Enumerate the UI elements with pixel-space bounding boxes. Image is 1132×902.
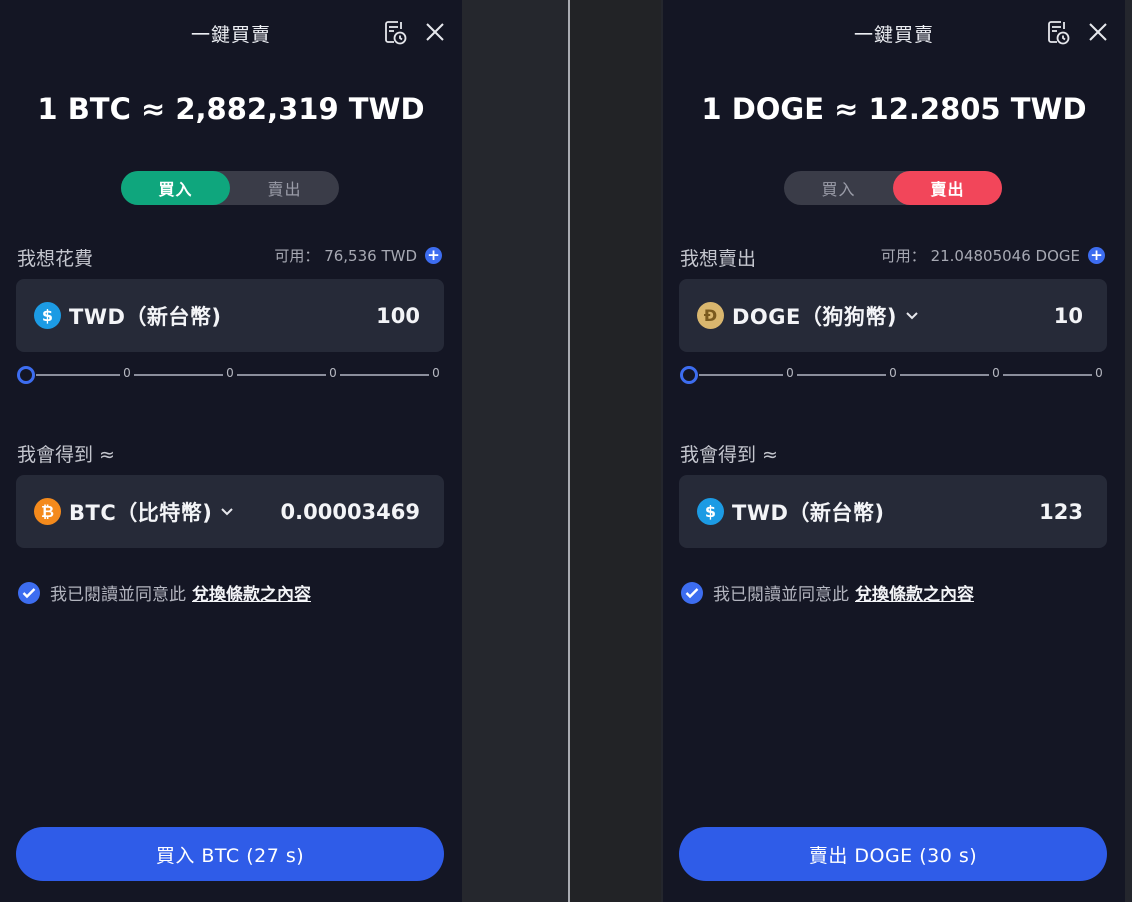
- slider-knob[interactable]: [17, 366, 35, 384]
- tab-buy[interactable]: 買入: [121, 171, 230, 205]
- dollar-icon: $: [697, 498, 724, 525]
- slider-track: [797, 374, 886, 376]
- tab-buy[interactable]: 買入: [784, 171, 893, 205]
- terms-agreement: 我已閱讀並同意此 兌換條款之內容: [18, 580, 311, 605]
- order-history-icon[interactable]: [1045, 18, 1071, 46]
- slider-track: [900, 374, 989, 376]
- sell-field: Ð DOGE（狗狗幣) 10: [679, 279, 1107, 352]
- background-gap-left: [462, 0, 568, 902]
- receive-field: $ TWD（新台幣) 123: [679, 475, 1107, 548]
- slider-tick[interactable]: 0: [430, 366, 442, 380]
- close-icon[interactable]: [1085, 18, 1111, 46]
- receive-currency: TWD（新台幣): [732, 500, 885, 525]
- slider-tick[interactable]: 0: [224, 366, 236, 380]
- sell-amount-input[interactable]: 10: [1054, 304, 1083, 328]
- receive-amount: 0.00003469: [280, 499, 420, 524]
- available-balance-text: 可用： 76,536 TWD: [274, 247, 417, 265]
- tab-sell[interactable]: 賣出: [230, 171, 339, 205]
- buy-sell-toggle: 買入 賣出: [121, 171, 339, 205]
- spend-currency: TWD（新台幣): [69, 304, 222, 329]
- slider-track: [340, 374, 429, 376]
- receive-label: 我會得到 ≈: [17, 444, 115, 466]
- amount-slider[interactable]: 0 0 0 0: [679, 365, 1107, 385]
- terms-agreement: 我已閱讀並同意此 兌換條款之內容: [681, 580, 974, 605]
- exchange-rate: 1 BTC ≈ 2,882,319 TWD: [37, 92, 425, 126]
- slider-tick[interactable]: 0: [1093, 366, 1105, 380]
- slider-tick[interactable]: 0: [784, 366, 796, 380]
- spend-field: $ TWD（新台幣) 100: [16, 279, 444, 352]
- checkmark-icon[interactable]: [681, 581, 703, 604]
- receive-amount: 123: [1039, 499, 1083, 524]
- slider-track: [699, 374, 783, 376]
- background-gap-right: [570, 0, 661, 902]
- buy-btc-button[interactable]: 買入 BTC (27 s): [16, 827, 444, 881]
- dollar-icon: $: [34, 302, 61, 329]
- available-balance: 可用： 76,536 TWD +: [274, 245, 442, 266]
- terms-text: 我已閱讀並同意此: [713, 585, 849, 605]
- slider-tick[interactable]: 0: [327, 366, 339, 380]
- chevron-down-icon[interactable]: [905, 311, 919, 321]
- slider-track: [1003, 374, 1092, 376]
- buy-sell-toggle: 買入 賣出: [784, 171, 1002, 205]
- spend-amount-input[interactable]: 100: [376, 304, 420, 328]
- add-funds-icon[interactable]: +: [425, 247, 442, 264]
- sell-label: 我想賣出: [680, 248, 757, 270]
- receive-field: ₿ BTC（比特幣) 0.00003469: [16, 475, 444, 548]
- slider-track: [134, 374, 223, 376]
- spend-label: 我想花費: [17, 248, 94, 270]
- receive-label: 我會得到 ≈: [680, 444, 778, 466]
- close-icon[interactable]: [422, 18, 448, 46]
- tab-sell[interactable]: 賣出: [893, 171, 1002, 205]
- doge-icon: Ð: [697, 302, 724, 329]
- slider-track: [237, 374, 326, 376]
- available-balance-text: 可用： 21.04805046 DOGE: [880, 247, 1080, 265]
- slider-track: [36, 374, 120, 376]
- slider-tick[interactable]: 0: [121, 366, 133, 380]
- amount-slider[interactable]: 0 0 0 0: [16, 365, 444, 385]
- receive-currency[interactable]: BTC（比特幣): [69, 497, 212, 527]
- quick-trade-panel-buy: 一鍵買賣 1 BTC ≈ 2,882,319 TWD 買入 賣出 我想花費 可用…: [0, 0, 462, 902]
- available-balance: 可用： 21.04805046 DOGE +: [881, 245, 1105, 266]
- terms-text: 我已閱讀並同意此: [50, 585, 186, 605]
- slider-tick[interactable]: 0: [990, 366, 1002, 380]
- terms-link[interactable]: 兌換條款之內容: [192, 580, 311, 605]
- bitcoin-icon: ₿: [34, 498, 61, 525]
- chevron-down-icon[interactable]: [220, 507, 234, 517]
- slider-tick[interactable]: 0: [887, 366, 899, 380]
- exchange-rate: 1 DOGE ≈ 12.2805 TWD: [701, 92, 1087, 126]
- order-history-icon[interactable]: [382, 18, 408, 46]
- slider-knob[interactable]: [680, 366, 698, 384]
- sell-currency[interactable]: DOGE（狗狗幣): [732, 301, 897, 331]
- checkmark-icon[interactable]: [18, 581, 40, 604]
- quick-trade-panel-sell: 一鍵買賣 1 DOGE ≈ 12.2805 TWD 買入 賣出 我想賣出 可用：…: [663, 0, 1125, 902]
- add-funds-icon[interactable]: +: [1088, 247, 1105, 264]
- terms-link[interactable]: 兌換條款之內容: [855, 580, 974, 605]
- sell-doge-button[interactable]: 賣出 DOGE (30 s): [679, 827, 1107, 881]
